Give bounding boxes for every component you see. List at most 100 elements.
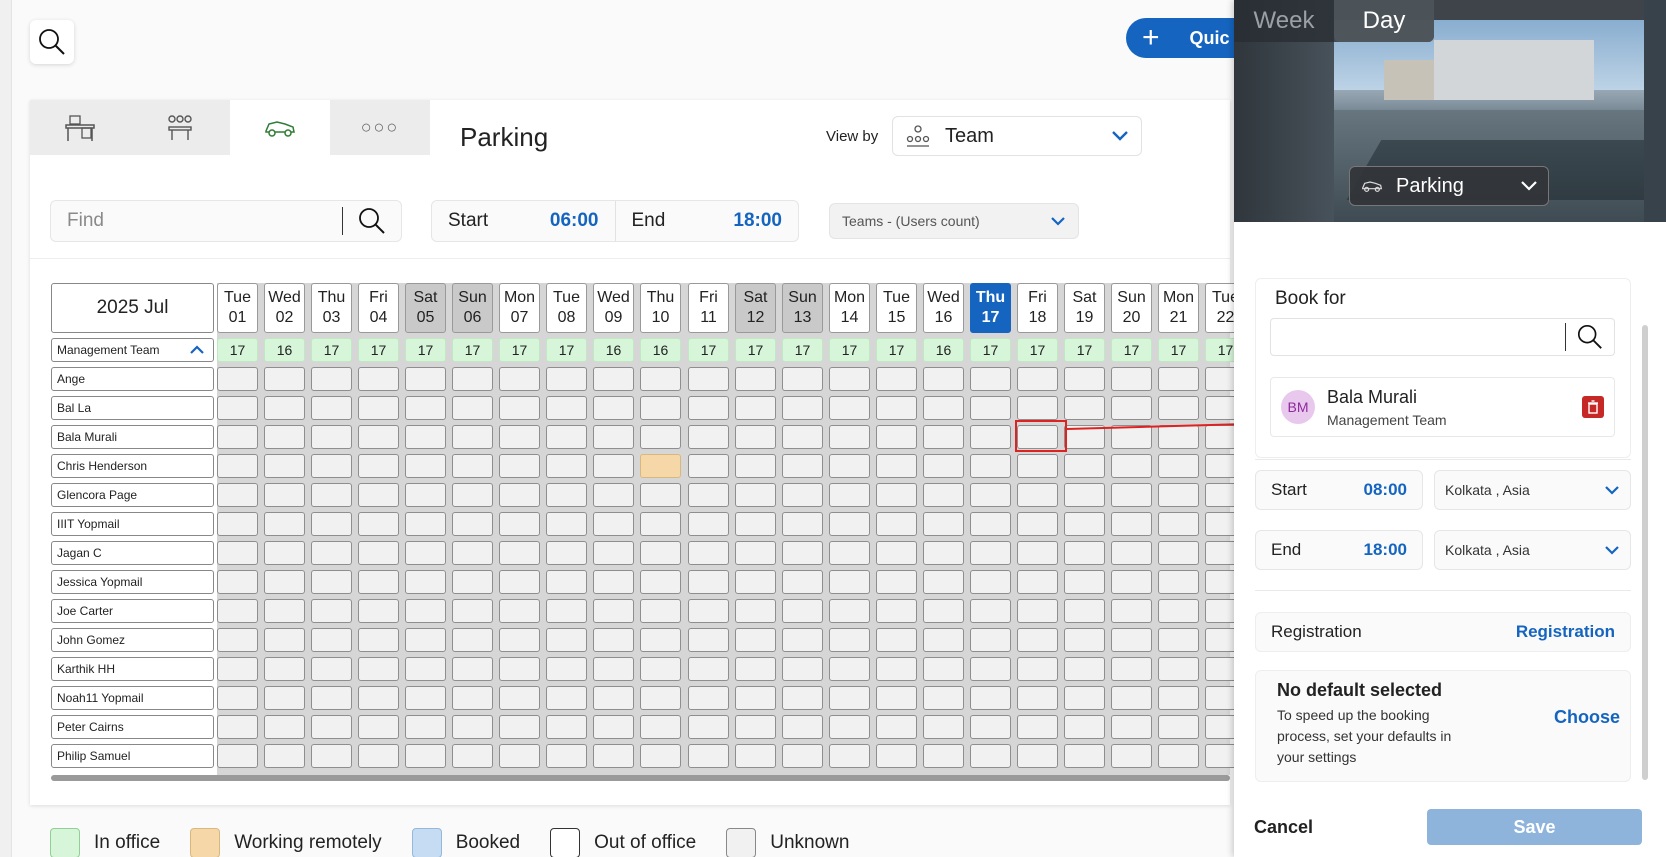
person-name-cell[interactable]: Peter Cairns: [51, 715, 214, 739]
status-cell[interactable]: [829, 454, 870, 478]
status-cell[interactable]: [970, 541, 1011, 565]
status-cell[interactable]: [499, 715, 540, 739]
status-cell[interactable]: [688, 512, 729, 536]
status-cell[interactable]: [1017, 628, 1058, 652]
save-button[interactable]: Save: [1427, 809, 1642, 845]
status-cell[interactable]: [829, 570, 870, 594]
status-cell[interactable]: [970, 628, 1011, 652]
status-cell[interactable]: [593, 715, 634, 739]
status-cell[interactable]: [217, 483, 258, 507]
status-cell[interactable]: [923, 744, 964, 768]
status-cell[interactable]: [405, 425, 446, 449]
remove-person-button[interactable]: [1582, 396, 1604, 418]
status-cell[interactable]: [640, 483, 681, 507]
status-cell[interactable]: [405, 541, 446, 565]
status-cell[interactable]: [217, 744, 258, 768]
status-cell[interactable]: [405, 367, 446, 391]
status-cell[interactable]: [217, 541, 258, 565]
status-cell[interactable]: [1064, 570, 1105, 594]
status-cell[interactable]: [405, 483, 446, 507]
status-cell[interactable]: [217, 512, 258, 536]
status-cell[interactable]: [264, 396, 305, 420]
status-cell[interactable]: [640, 599, 681, 623]
status-cell[interactable]: [405, 599, 446, 623]
teams-select[interactable]: Teams - (Users count): [829, 203, 1079, 239]
status-cell[interactable]: [264, 657, 305, 681]
status-cell[interactable]: [735, 367, 776, 391]
day-header[interactable]: Sat 19: [1064, 283, 1105, 333]
status-cell[interactable]: [311, 744, 352, 768]
person-name-cell[interactable]: Jagan C: [51, 541, 214, 565]
status-cell[interactable]: [876, 425, 917, 449]
status-cell[interactable]: [593, 541, 634, 565]
status-cell[interactable]: [782, 599, 823, 623]
status-cell[interactable]: [970, 686, 1011, 710]
status-cell[interactable]: [358, 686, 399, 710]
day-header[interactable]: Tue 08: [546, 283, 587, 333]
status-cell[interactable]: [546, 744, 587, 768]
status-cell[interactable]: [735, 744, 776, 768]
status-cell[interactable]: [452, 628, 493, 652]
status-cell[interactable]: [640, 628, 681, 652]
status-cell[interactable]: [264, 541, 305, 565]
status-cell[interactable]: [452, 454, 493, 478]
status-cell[interactable]: [1111, 396, 1152, 420]
status-cell[interactable]: [1111, 512, 1152, 536]
status-cell[interactable]: [970, 425, 1011, 449]
status-cell[interactable]: [499, 367, 540, 391]
status-cell[interactable]: [452, 367, 493, 391]
side-panel-scrollbar[interactable]: [1642, 325, 1648, 780]
status-cell[interactable]: [1158, 425, 1199, 449]
status-cell[interactable]: [311, 367, 352, 391]
status-cell[interactable]: [1017, 483, 1058, 507]
status-cell[interactable]: [1158, 657, 1199, 681]
book-for-search[interactable]: [1270, 318, 1615, 356]
person-name-cell[interactable]: Joe Carter: [51, 599, 214, 623]
status-cell[interactable]: [217, 454, 258, 478]
status-cell[interactable]: [970, 367, 1011, 391]
status-cell[interactable]: [405, 657, 446, 681]
status-cell[interactable]: [688, 367, 729, 391]
person-name-cell[interactable]: Glencora Page: [51, 483, 214, 507]
status-cell[interactable]: [735, 396, 776, 420]
status-cell[interactable]: [264, 425, 305, 449]
status-cell[interactable]: [452, 599, 493, 623]
status-cell[interactable]: [829, 541, 870, 565]
person-name-cell[interactable]: Chris Henderson: [51, 454, 214, 478]
tab-parking[interactable]: [230, 100, 330, 155]
status-cell[interactable]: [264, 483, 305, 507]
status-cell[interactable]: [593, 425, 634, 449]
status-cell[interactable]: [688, 744, 729, 768]
status-cell[interactable]: [264, 367, 305, 391]
status-cell[interactable]: [923, 396, 964, 420]
status-cell[interactable]: [640, 541, 681, 565]
status-cell[interactable]: [782, 454, 823, 478]
status-cell[interactable]: [970, 715, 1011, 739]
status-cell[interactable]: [970, 483, 1011, 507]
status-cell[interactable]: [1017, 570, 1058, 594]
person-name-cell[interactable]: John Gomez: [51, 628, 214, 652]
person-name-cell[interactable]: Jessica Yopmail: [51, 570, 214, 594]
status-cell[interactable]: [593, 512, 634, 536]
status-cell[interactable]: [546, 454, 587, 478]
day-header[interactable]: Sat 12: [735, 283, 776, 333]
status-cell[interactable]: [970, 570, 1011, 594]
status-cell[interactable]: [640, 570, 681, 594]
status-cell[interactable]: [264, 744, 305, 768]
status-cell[interactable]: [1017, 512, 1058, 536]
status-cell[interactable]: [499, 483, 540, 507]
status-cell[interactable]: [311, 512, 352, 536]
status-cell[interactable]: [217, 396, 258, 420]
status-cell[interactable]: [499, 744, 540, 768]
status-cell[interactable]: [876, 570, 917, 594]
status-cell[interactable]: [735, 657, 776, 681]
status-cell[interactable]: [688, 628, 729, 652]
find-input[interactable]: Find: [51, 210, 342, 232]
status-cell[interactable]: [688, 599, 729, 623]
status-cell[interactable]: [923, 715, 964, 739]
month-label[interactable]: 2025 Jul: [51, 283, 214, 333]
status-cell[interactable]: [735, 686, 776, 710]
status-cell[interactable]: [923, 483, 964, 507]
status-cell[interactable]: [1064, 483, 1105, 507]
status-cell[interactable]: [452, 396, 493, 420]
